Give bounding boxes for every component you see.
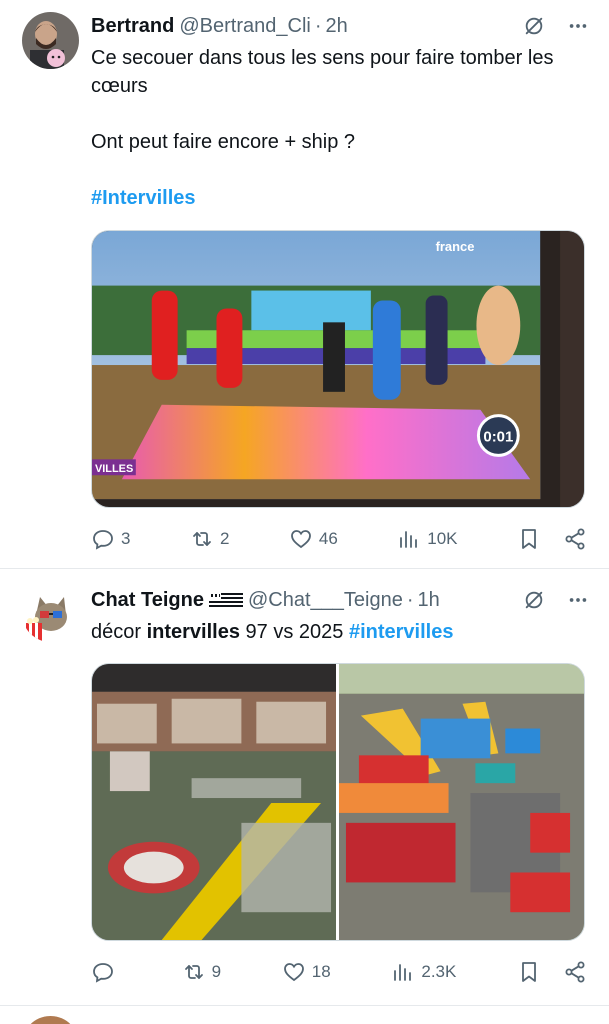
views-count: 10K [427, 529, 458, 548]
tweet-actions: 3 2 46 10K [91, 524, 587, 554]
bar-chart-icon [394, 964, 412, 981]
repost-count: 2 [219, 529, 230, 548]
repost-button[interactable]: 9 [182, 960, 221, 984]
heart-outline-icon [290, 530, 311, 549]
views-button[interactable]: 10K [397, 527, 458, 551]
views-count: 2.3K [421, 962, 457, 981]
repost-count: 9 [211, 962, 222, 981]
heart-outline-icon [283, 963, 304, 982]
show-corner-label: VILLES [95, 463, 133, 475]
separator-dot: · [406, 588, 414, 611]
like-button[interactable]: 18 [282, 960, 331, 984]
tweet-video[interactable]: 0:01 france VILLES [91, 230, 585, 508]
speech-bubble-icon [93, 530, 113, 550]
tweet-divider [0, 1005, 609, 1006]
tweet-bertrand[interactable]: Bertrand @Bertrand_Cli · 2h Ce secouer d… [0, 0, 609, 568]
timestamp[interactable]: 2h [326, 15, 348, 38]
separator-dot: · [314, 14, 322, 37]
avatar-bertrand[interactable] [22, 12, 79, 69]
grok-slash-icon[interactable] [523, 589, 545, 611]
like-button[interactable]: 46 [289, 527, 338, 551]
tweet-text-line-1: Ce secouer dans tous les sens pour faire… [91, 47, 554, 97]
share-nodes-icon[interactable] [563, 527, 587, 551]
repost-button[interactable]: 2 [190, 527, 229, 551]
author-handle[interactable]: @Bertrand_Cli [179, 15, 310, 38]
tweet-text-line-2: Ont peut faire encore + ship ? [91, 131, 356, 153]
text-part-bold: intervilles [146, 621, 240, 643]
repost-arrows-icon [184, 965, 203, 979]
bookmark-outline-icon[interactable] [517, 960, 541, 984]
reply-count: 3 [121, 529, 131, 548]
tweet-header: Chat Teigne @Chat___Teigne · 1h [91, 586, 589, 614]
hashtag-link[interactable]: #intervilles [349, 621, 454, 643]
video-timer: 0:01 [483, 429, 513, 445]
repost-arrows-icon [193, 532, 211, 546]
share-nodes-icon[interactable] [563, 960, 587, 984]
tweet-text: décor intervilles 97 vs 2025 #interville… [91, 618, 585, 646]
secondary-actions [517, 527, 587, 551]
reply-button[interactable]: 3 [91, 527, 130, 551]
hashtag-link[interactable]: #Intervilles [91, 187, 196, 209]
image-left[interactable] [92, 664, 337, 940]
tweet-header: Bertrand @Bertrand_Cli · 2h [91, 12, 589, 40]
header-actions [523, 12, 589, 40]
grok-slash-icon[interactable] [523, 15, 545, 37]
author-name[interactable]: Chat Teigne [91, 589, 204, 612]
channel-logo: france [436, 239, 475, 254]
author-name[interactable]: Bertrand [91, 15, 174, 38]
more-options-icon[interactable] [567, 15, 589, 37]
tweet-chat-teigne[interactable]: Chat Teigne @Chat___Teigne · 1h décor in… [0, 569, 609, 1009]
more-options-icon[interactable] [567, 589, 589, 611]
text-part-3: 97 vs 2025 [239, 621, 349, 643]
speech-bubble-icon [93, 963, 113, 983]
avatar-chat-teigne[interactable] [22, 585, 79, 642]
like-count: 18 [311, 962, 331, 981]
avatar-next-tweet[interactable] [22, 1016, 79, 1024]
image-right[interactable] [338, 664, 584, 940]
breton-flag-icon [208, 592, 243, 608]
like-count: 46 [318, 529, 338, 548]
timestamp[interactable]: 1h [418, 589, 440, 612]
author-handle[interactable]: @Chat___Teigne [248, 589, 403, 612]
tweet-actions: 9 18 2.3K [91, 957, 587, 987]
bookmark-outline-icon[interactable] [517, 527, 541, 551]
bar-chart-icon [400, 531, 418, 548]
views-button[interactable]: 2.3K [391, 960, 456, 984]
reply-button[interactable] [91, 960, 121, 984]
text-part-1: décor [91, 621, 147, 643]
tweet-image-grid [91, 663, 585, 941]
tweet-text: Ce secouer dans tous les sens pour faire… [91, 44, 585, 212]
header-actions [523, 586, 589, 614]
secondary-actions [517, 960, 587, 984]
